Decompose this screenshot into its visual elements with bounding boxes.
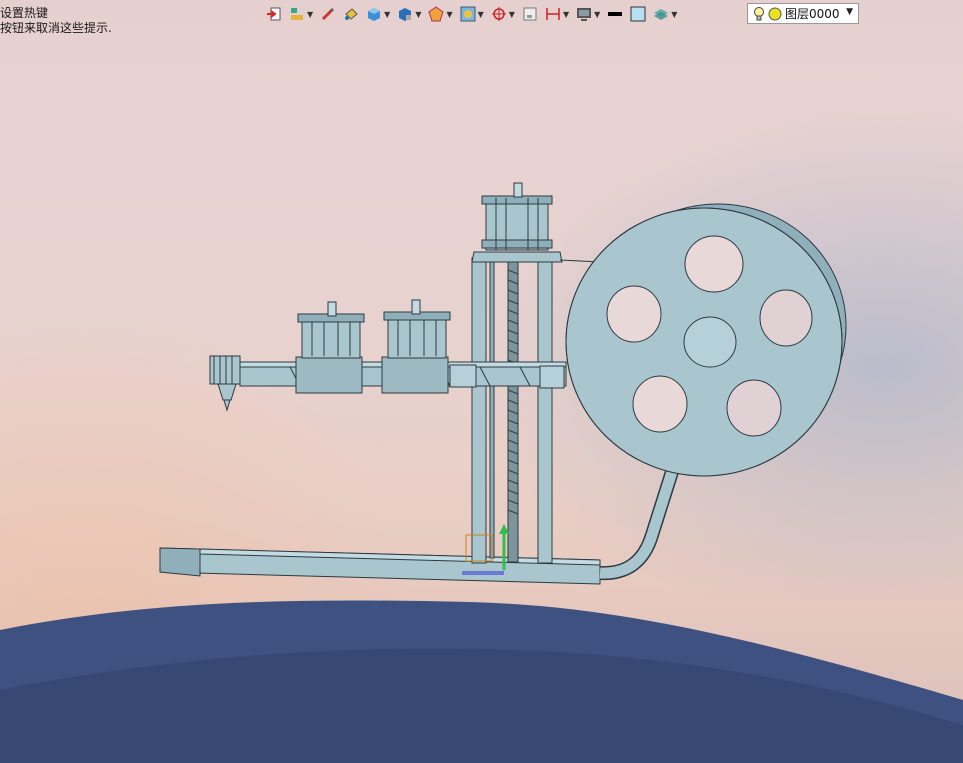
pencil-icon <box>322 7 335 21</box>
layer-name: 图层0000 <box>785 7 840 21</box>
layers-icon <box>654 9 669 20</box>
layer-manager-button[interactable]: ▼ <box>289 3 313 25</box>
column-right <box>537 257 553 564</box>
layer-manager-icon <box>291 8 303 20</box>
exit-button[interactable] <box>266 3 282 25</box>
line-color-button[interactable] <box>607 3 623 25</box>
stepper-motor-1 <box>297 301 365 359</box>
cube-button[interactable]: ▼ <box>366 3 390 25</box>
pencil-button[interactable] <box>320 3 336 25</box>
crosshair-button[interactable]: ▼ <box>491 3 515 25</box>
cube-icon <box>368 8 381 21</box>
lightbulb-icon <box>754 6 764 20</box>
dimension-button[interactable]: ▼ <box>545 3 569 25</box>
paint-button[interactable] <box>343 3 359 25</box>
shaded-cube-icon <box>399 8 412 21</box>
layer-select[interactable]: 图层0000 ▼ <box>747 3 859 24</box>
hint-line-1: 设置热键 <box>0 6 49 20</box>
lead-screw <box>507 261 519 563</box>
window-button[interactable] <box>522 3 538 25</box>
stepper-motor-2 <box>383 299 451 359</box>
top-plate <box>471 251 563 263</box>
cad-viewport[interactable] <box>0 0 963 763</box>
explode-icon <box>428 6 445 22</box>
explode-button[interactable]: ▼ <box>428 3 453 25</box>
window-icon <box>523 7 537 21</box>
exit-icon <box>267 7 281 21</box>
fill-color-button[interactable] <box>630 3 646 25</box>
layer-color-dot-icon <box>768 7 782 20</box>
spool-wheel <box>565 203 847 477</box>
crosshair-icon <box>491 7 506 21</box>
shaded-cube-button[interactable]: ▼ <box>397 3 421 25</box>
snap-button[interactable]: ▼ <box>460 3 484 25</box>
monitor-button[interactable]: ▼ <box>576 3 600 25</box>
monitor-icon <box>577 8 592 21</box>
snap-icon <box>460 6 476 22</box>
hint-line-2: 按钮来取消这些提示. <box>0 21 112 35</box>
dimension-icon <box>546 8 560 20</box>
column-left <box>471 257 487 564</box>
line-color-swatch <box>608 12 623 16</box>
layers-button[interactable]: ▼ <box>653 3 677 25</box>
paint-bucket-icon <box>345 8 358 20</box>
chevron-down-icon[interactable]: ▼ <box>846 7 853 17</box>
cnc-machine-model[interactable] <box>159 182 847 585</box>
fill-color-swatch <box>630 6 646 22</box>
